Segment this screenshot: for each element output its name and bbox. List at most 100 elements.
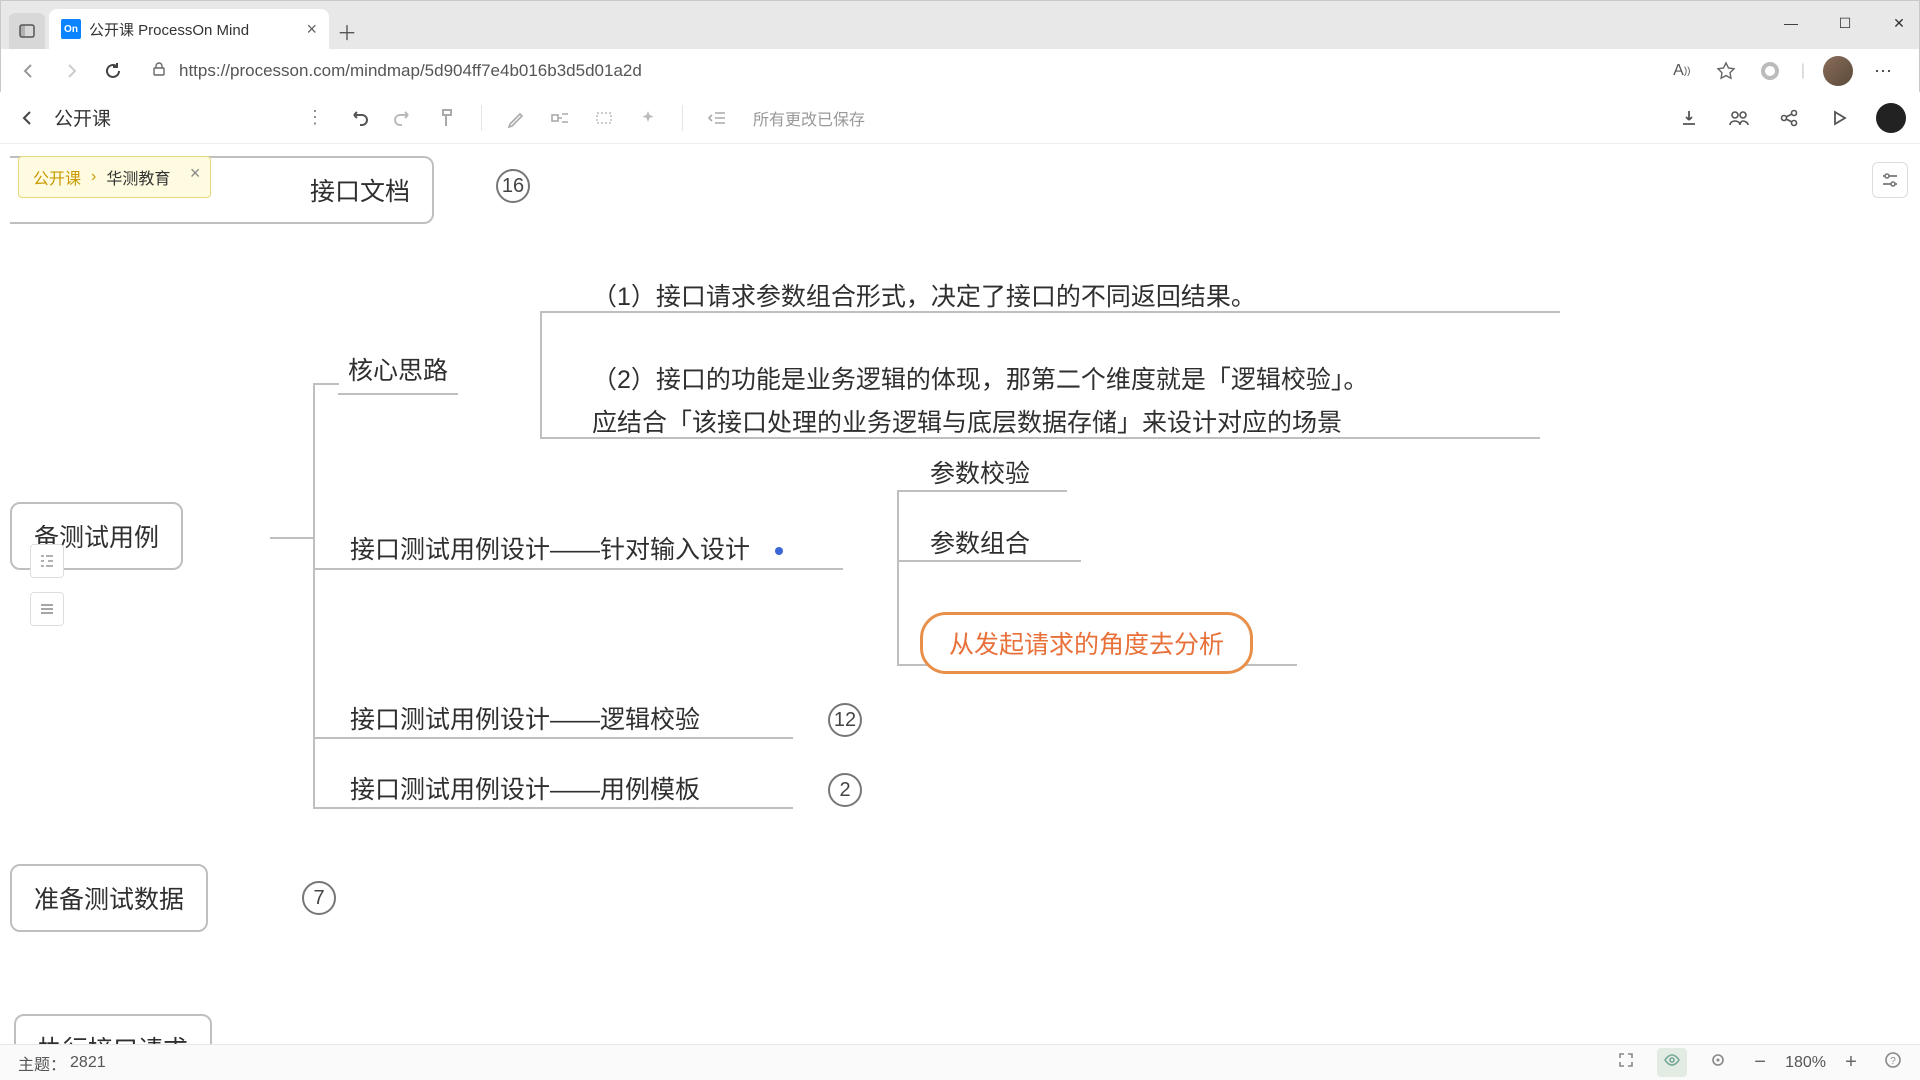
undo-icon [348,107,370,129]
breadcrumb-current: 华测教育 [106,165,170,189]
child-count-badge[interactable]: 12 [828,703,862,737]
undo-button[interactable] [341,100,377,136]
mindmap-node[interactable]: 核心思路 [338,345,458,395]
tab-strip: On 公开课 ProcessOn Mind × ＋ ― ☐ ✕ [1,1,1919,49]
node-label-line2: 应结合「该接口处理的业务逻辑与底层数据存储」来设计对应的场景 [592,409,1342,437]
zoom-out-button[interactable]: − [1749,1051,1771,1074]
circle-icon [1760,61,1780,81]
sparkle-icon [638,108,658,128]
url-field[interactable]: https://processon.com/mindmap/5d904ff7e4… [141,61,1655,82]
mindmap-node[interactable]: 参数校验 [930,454,1030,490]
list-icon [38,600,56,618]
new-tab-button[interactable]: ＋ [329,13,365,49]
outdent-button[interactable] [699,100,735,136]
chevron-left-icon [18,109,36,127]
people-icon [1728,108,1750,128]
zoom-level[interactable]: 180% [1785,1054,1826,1072]
sliders-icon [1880,170,1900,190]
present-button[interactable] [1818,100,1860,136]
read-aloud-button[interactable]: A)) [1669,58,1695,84]
child-count-badge[interactable]: 2 [828,773,862,807]
close-icon[interactable]: × [306,19,317,40]
mindmap-canvas[interactable]: 接口文档 16 核心思路 （1）接口请求参数组合形式，决定了接口的不同返回结果。… [0,144,1920,1044]
locate-button[interactable] [1709,1051,1727,1074]
share-icon [1779,108,1799,128]
maximize-button[interactable]: ☐ [1830,8,1860,38]
share-button[interactable] [1768,100,1810,136]
node-label: 参数组合 [930,530,1030,558]
mindmap-node[interactable]: 接口测试用例设计——针对输入设计 [350,530,783,566]
app-back-button[interactable] [14,105,40,131]
minimize-button[interactable]: ― [1776,8,1806,38]
refresh-button[interactable] [99,57,127,85]
browser-tab[interactable]: On 公开课 ProcessOn Mind × [49,9,329,49]
redo-icon [392,107,414,129]
profile-avatar[interactable] [1823,56,1853,86]
browser-chrome: On 公开课 ProcessOn Mind × ＋ ― ☐ ✕ https://… [0,0,1920,92]
child-count-badge[interactable]: 7 [302,881,336,915]
toolbar-right [1668,100,1906,136]
outline-view-button[interactable] [30,544,64,578]
brush-icon [506,108,526,128]
outdent-icon [707,108,727,128]
redo-button[interactable] [385,100,421,136]
back-button[interactable] [15,57,43,85]
download-icon [1679,108,1699,128]
close-popup-button[interactable]: × [190,163,201,184]
mindmap-node-highlight[interactable]: 从发起请求的角度去分析 [920,612,1253,674]
download-button[interactable] [1668,100,1710,136]
collaborate-button[interactable] [1718,100,1760,136]
tab-title: 公开课 ProcessOn Mind [89,19,249,40]
arrow-left-icon [19,61,39,81]
mindmap-node[interactable]: 接口测试用例设计——用例模板 [350,770,700,806]
help-icon: ? [1884,1051,1902,1069]
target-icon [1709,1051,1727,1069]
node-label: 执行接口请求 [38,1036,188,1044]
breadcrumb-root[interactable]: 公开课 [33,165,81,189]
tab-favicon: On [61,19,81,39]
browser-menu-button[interactable]: ⋯ [1871,58,1897,84]
svg-text:?: ? [1890,1056,1896,1067]
breadcrumb-popup: 公开课 › 华测教育 × [18,156,211,198]
more-menu-button[interactable]: ⋮ [297,100,333,136]
fullscreen-button[interactable] [1617,1051,1635,1074]
app-toolbar: 公开课 ⋮ 所有更改已保存 [0,92,1920,144]
document-title[interactable]: 公开课 [54,104,111,131]
relation-button[interactable] [586,100,622,136]
user-avatar[interactable] [1876,103,1906,133]
mindmap-node[interactable]: 接口测试用例设计——逻辑校验 [350,700,700,736]
lock-icon [151,61,167,82]
insert-node-button[interactable] [542,100,578,136]
eye-icon [1663,1051,1681,1069]
chevron-right-icon: › [91,168,96,186]
node-label: 准备测试数据 [34,886,184,914]
mindmap-node[interactable]: 参数组合 [930,524,1030,560]
tabs-icon [19,23,35,39]
node-label-line1: （2）接口的功能是业务逻辑的体现，那第二个维度就是「逻辑校验」。 [592,366,1368,394]
forward-button[interactable] [57,57,85,85]
zoom-in-button[interactable]: + [1840,1051,1862,1074]
favorites-button[interactable] [1713,58,1739,84]
extension-button[interactable] [1757,58,1783,84]
list-indent-icon [38,552,56,570]
tab-actions-button[interactable] [9,13,45,49]
style-panel-button[interactable] [1872,162,1908,198]
play-icon [1829,108,1849,128]
node-label: 核心思路 [348,357,448,385]
mindmap-node[interactable]: （1）接口请求参数组合形式，决定了接口的不同返回结果。 [592,277,1256,313]
format-painter-button[interactable] [429,100,465,136]
node-label: 接口文档 [310,178,410,206]
brush-button[interactable] [498,100,534,136]
list-view-button[interactable] [30,592,64,626]
mindmap-node[interactable]: 执行接口请求 [14,1014,212,1044]
child-count-badge[interactable]: 16 [496,169,530,203]
minimap-button[interactable] [1657,1048,1687,1077]
theme-label: 主题： [18,1051,66,1075]
zoom-controls: − 180% + [1749,1051,1862,1074]
mindmap-node[interactable]: 准备测试数据 [10,864,208,932]
mindmap-node[interactable]: （2）接口的功能是业务逻辑的体现，那第二个维度就是「逻辑校验」。 应结合「该接口… [592,359,1368,444]
close-window-button[interactable]: ✕ [1884,8,1914,38]
help-button[interactable]: ? [1884,1051,1902,1074]
ai-button[interactable] [630,100,666,136]
outline-toolbar [30,544,64,626]
